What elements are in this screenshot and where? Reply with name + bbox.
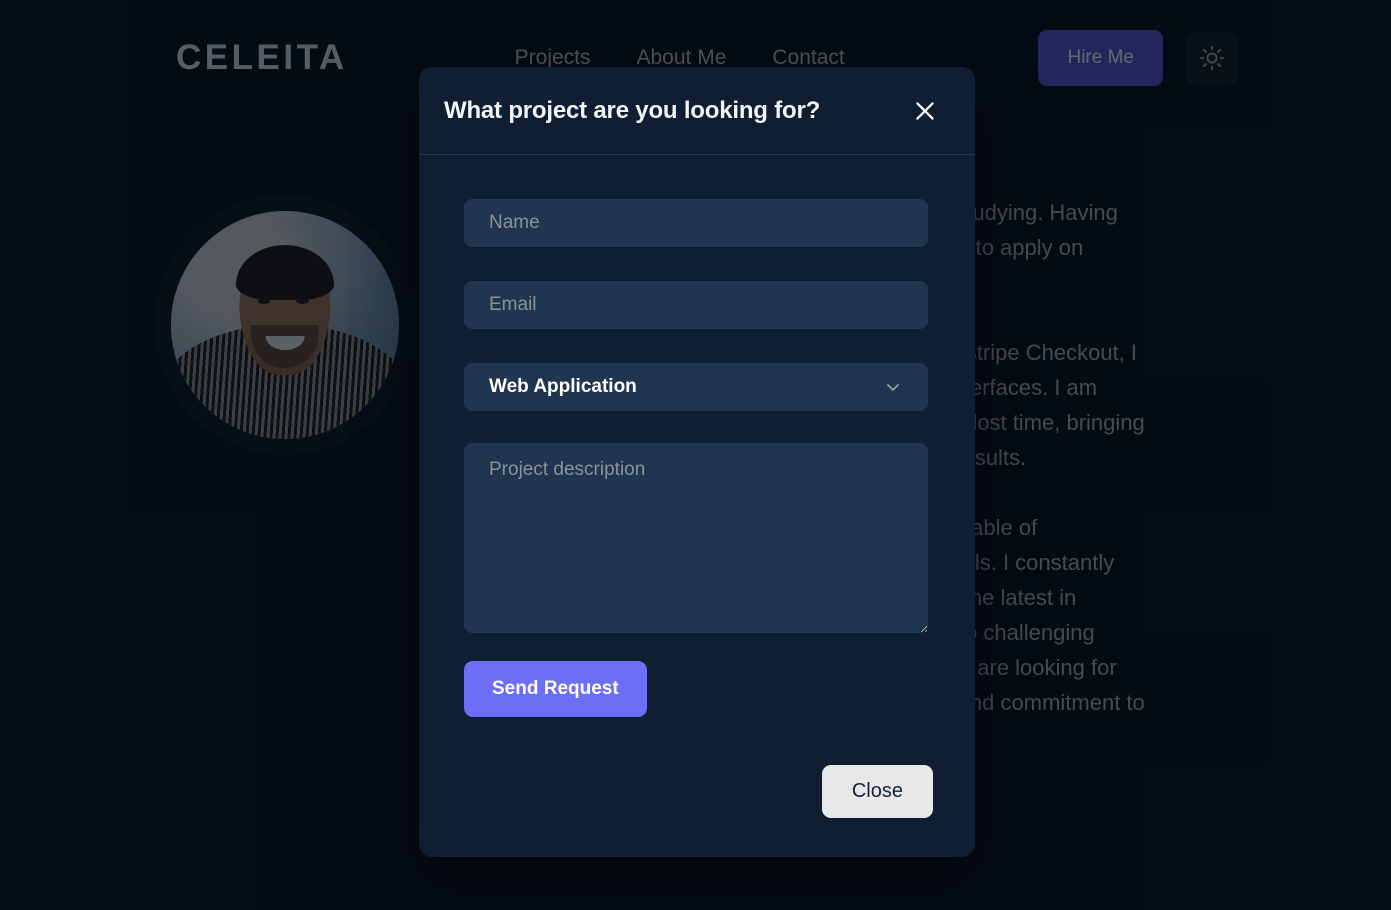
email-input[interactable] [464,281,928,329]
modal-footer: Close [419,717,975,857]
project-type-select-box[interactable]: Web Application [464,363,928,411]
send-request-button[interactable]: Send Request [464,661,647,717]
modal-body: Web Application Send Request [419,155,975,717]
project-description-textarea[interactable] [464,443,928,633]
close-icon [916,101,934,120]
modal-header: What project are you looking for? [419,67,975,155]
project-request-modal: What project are you looking for? Web Ap… [419,67,975,857]
project-type-select[interactable]: Web Application [464,363,928,411]
close-button[interactable]: Close [821,765,933,818]
modal-title: What project are you looking for? [444,96,821,124]
name-input[interactable] [464,199,928,247]
project-type-value: Web Application [489,376,637,397]
chevron-down-icon [883,377,903,397]
modal-close-button[interactable] [908,94,942,128]
